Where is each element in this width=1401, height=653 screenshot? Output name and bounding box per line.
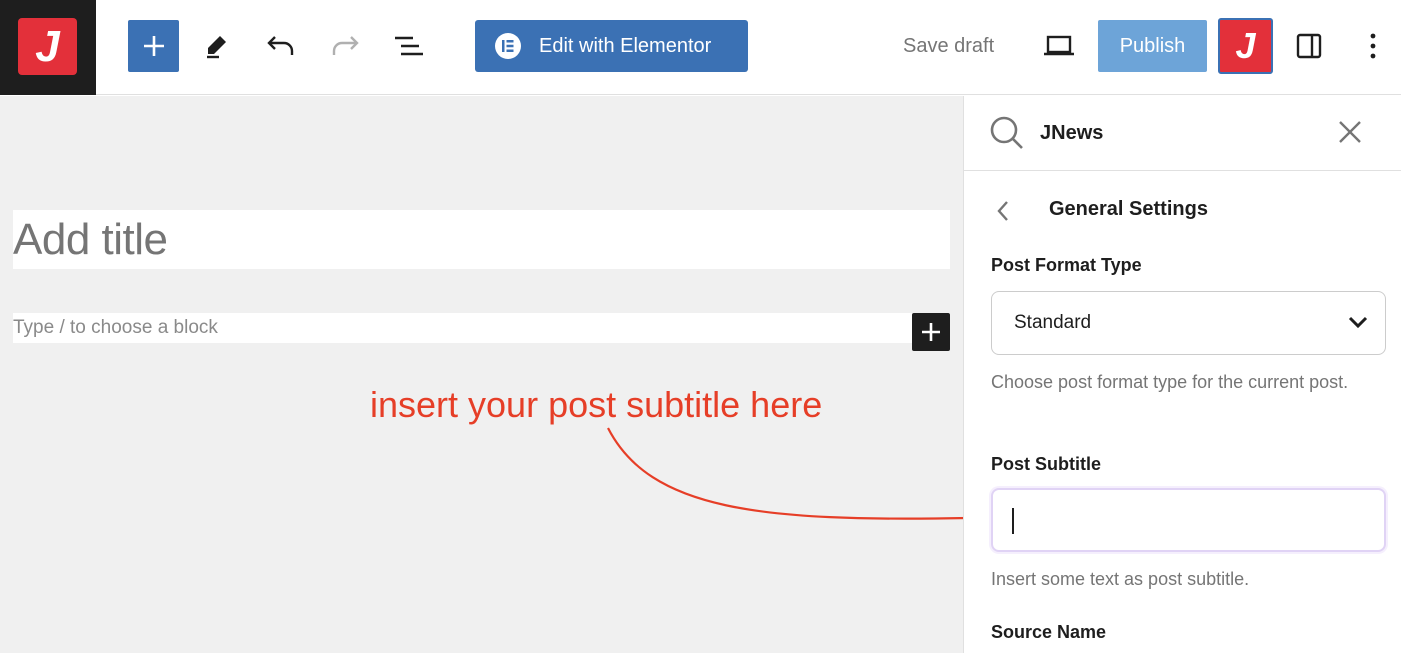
editor-header: J Edit with Elementor Save draft Publish… (0, 0, 1401, 95)
preview-button[interactable] (1041, 28, 1077, 64)
site-logo[interactable]: J (0, 0, 96, 95)
post-format-help: Choose post format type for the current … (991, 372, 1349, 392)
elementor-icon (495, 33, 521, 59)
block-appender[interactable]: Type / to choose a block (13, 313, 950, 343)
more-vertical-icon (1370, 33, 1376, 59)
save-draft-button[interactable]: Save draft (903, 35, 994, 58)
plus-icon (143, 36, 164, 56)
jnews-sidebar-button[interactable]: J (1218, 18, 1273, 74)
chevron-left-icon[interactable] (996, 199, 1010, 223)
redo-button[interactable] (327, 28, 363, 64)
text-caret (1012, 508, 1014, 534)
annotation-text: insert your post subtitle here (370, 384, 823, 425)
settings-button[interactable] (1291, 28, 1327, 64)
list-view-icon (395, 36, 423, 56)
edit-with-elementor-button[interactable]: Edit with Elementor (475, 20, 748, 72)
post-format-value: Standard (1014, 312, 1092, 333)
source-name-label: Source Name (991, 622, 1107, 642)
section-title: General Settings (1049, 198, 1208, 220)
post-subtitle-label: Post Subtitle (991, 454, 1102, 474)
block-inserter-button[interactable] (128, 20, 179, 72)
sidebar-header: JNews (964, 96, 1401, 171)
post-format-label: Post Format Type (991, 255, 1142, 275)
post-subtitle-input[interactable] (991, 488, 1386, 552)
plus-icon (922, 323, 940, 341)
editor-canvas: Add title Type / to choose a block inser… (0, 96, 963, 653)
pencil-icon (207, 36, 226, 59)
sidebar-title: JNews (1040, 122, 1104, 144)
add-block-button[interactable] (912, 313, 950, 351)
tools-button[interactable] (199, 28, 235, 64)
close-icon[interactable] (1336, 118, 1364, 146)
redo-icon (332, 36, 359, 55)
jnews-logo: J (18, 18, 77, 75)
publish-button[interactable]: Publish (1098, 20, 1207, 72)
sidebar-toggle-icon (1296, 33, 1322, 59)
chevron-down-icon (1348, 316, 1368, 329)
post-format-select[interactable]: Standard (991, 291, 1386, 355)
post-subtitle-help: Insert some text as post subtitle. (991, 569, 1250, 589)
search-icon (990, 116, 1023, 149)
undo-icon (267, 36, 294, 55)
elementor-button-label: Edit with Elementor (539, 34, 712, 57)
laptop-icon (1044, 35, 1074, 56)
undo-button[interactable] (263, 28, 299, 64)
settings-sidebar: JNews General Settings Post Format Type … (963, 96, 1401, 653)
post-title-input[interactable]: Add title (13, 210, 950, 269)
options-button[interactable] (1355, 28, 1391, 64)
jnews-logo: J (1235, 25, 1256, 66)
document-overview-button[interactable] (391, 28, 427, 64)
